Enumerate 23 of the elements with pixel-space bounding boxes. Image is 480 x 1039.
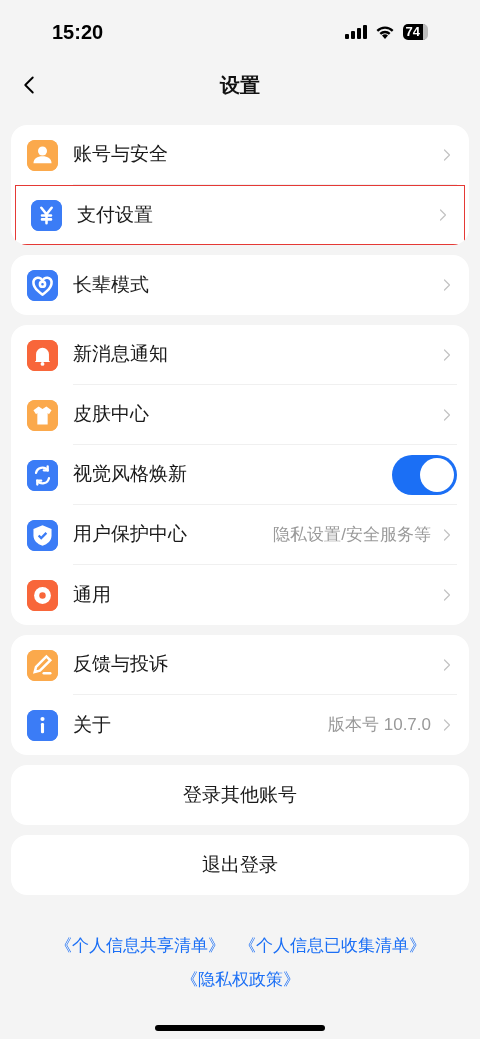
status-time: 15:20 <box>52 20 105 45</box>
setting-value: 版本号 10.7.0 <box>328 714 431 737</box>
setting-label: 新消息通知 <box>73 342 169 367</box>
policy-link[interactable]: 《个人信息共享清单》 <box>54 933 225 959</box>
setting-label: 皮肤中心 <box>73 402 150 427</box>
setting-label: 支付设置 <box>77 202 154 227</box>
account-button[interactable]: 登录其他账号 <box>11 765 469 825</box>
battery-indicator: 74 <box>402 24 428 40</box>
setting-label: 用户保护中心 <box>73 522 188 547</box>
wifi-icon <box>374 25 395 39</box>
toggle-switch[interactable] <box>392 454 457 495</box>
setting-label: 通用 <box>73 582 112 607</box>
setting-label: 反馈与投诉 <box>73 652 169 677</box>
setting-label: 长辈模式 <box>73 272 150 297</box>
setting-value: 隐私设置/安全服务等 <box>273 523 431 546</box>
account-button[interactable]: 退出登录 <box>11 835 469 895</box>
setting-label: 视觉风格焕新 <box>73 462 188 487</box>
setting-label: 关于 <box>73 712 112 737</box>
setting-label: 账号与安全 <box>73 142 169 167</box>
policy-link[interactable]: 《隐私权政策》 <box>180 966 300 992</box>
page-title: 设置 <box>220 73 260 98</box>
signal-icon <box>344 25 367 39</box>
policy-link[interactable]: 《个人信息已收集清单》 <box>238 933 426 959</box>
